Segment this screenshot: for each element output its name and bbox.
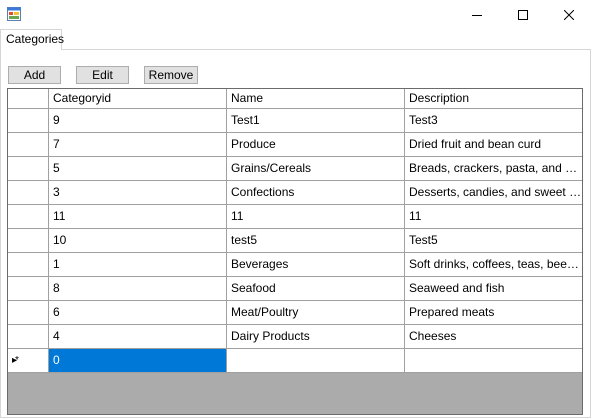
cell-categoryid[interactable]: 1	[49, 253, 227, 277]
remove-button[interactable]: Remove	[144, 66, 198, 84]
table-row[interactable]: 11 11 11	[8, 205, 582, 229]
cell-categoryid[interactable]: 8	[49, 277, 227, 301]
row-header[interactable]	[8, 277, 49, 301]
table-row[interactable]: 10 test5 Test5	[8, 229, 582, 253]
table-row[interactable]: 8 Seafood Seaweed and fish	[8, 277, 582, 301]
new-row[interactable]: ▸* 0	[8, 349, 582, 373]
new-row-cell-categoryid[interactable]: 0	[49, 349, 227, 373]
row-header[interactable]	[8, 133, 49, 157]
table-row[interactable]: 4 Dairy Products Cheeses	[8, 325, 582, 349]
row-header[interactable]	[8, 109, 49, 133]
table-row[interactable]: 1 Beverages Soft drinks, coffees, teas, …	[8, 253, 582, 277]
row-header[interactable]	[8, 205, 49, 229]
column-header-categoryid[interactable]: Categoryid	[49, 89, 227, 109]
cell-name[interactable]: 11	[227, 205, 405, 229]
title-bar	[0, 0, 592, 29]
table-row[interactable]: 6 Meat/Poultry Prepared meats	[8, 301, 582, 325]
cell-description[interactable]: Breads, crackers, pasta, and cereal	[405, 157, 582, 181]
new-row-indicator-icon[interactable]: ▸*	[8, 349, 49, 373]
cell-description[interactable]: 11	[405, 205, 582, 229]
minimize-button[interactable]	[454, 0, 500, 29]
cell-name[interactable]: Meat/Poultry	[227, 301, 405, 325]
row-header[interactable]	[8, 157, 49, 181]
new-row-cell-description[interactable]	[405, 349, 582, 373]
cell-description[interactable]: Seaweed and fish	[405, 277, 582, 301]
cell-name[interactable]: Confections	[227, 181, 405, 205]
cell-categoryid[interactable]: 7	[49, 133, 227, 157]
row-header[interactable]	[8, 253, 49, 277]
table-row[interactable]: 3 Confections Desserts, candies, and swe…	[8, 181, 582, 205]
maximize-button[interactable]	[500, 0, 546, 29]
minimize-icon	[472, 14, 482, 16]
cell-description[interactable]: Cheeses	[405, 325, 582, 349]
row-header[interactable]	[8, 181, 49, 205]
cell-name[interactable]: Beverages	[227, 253, 405, 277]
close-icon	[564, 9, 574, 20]
cell-description[interactable]: Test3	[405, 109, 582, 133]
cell-name[interactable]: test5	[227, 229, 405, 253]
table-row[interactable]: 9 Test1 Test3	[8, 109, 582, 133]
cell-name[interactable]: Dairy Products	[227, 325, 405, 349]
row-header[interactable]	[8, 229, 49, 253]
column-header-name[interactable]: Name	[227, 89, 405, 109]
app-form-icon[interactable]	[7, 7, 21, 21]
cell-name[interactable]: Grains/Cereals	[227, 157, 405, 181]
cell-categoryid[interactable]: 11	[49, 205, 227, 229]
cell-name[interactable]: Test1	[227, 109, 405, 133]
close-button[interactable]	[546, 0, 592, 29]
cell-categoryid[interactable]: 10	[49, 229, 227, 253]
column-header-description[interactable]: Description	[405, 89, 582, 109]
maximize-icon	[518, 9, 528, 20]
tab-categories[interactable]: Categories	[0, 29, 64, 50]
row-header-corner[interactable]	[8, 89, 49, 109]
header-row: Categoryid Name Description	[8, 89, 582, 109]
new-row-cell-name[interactable]	[227, 349, 405, 373]
cell-categoryid[interactable]: 6	[49, 301, 227, 325]
cell-categoryid[interactable]: 9	[49, 109, 227, 133]
edit-button[interactable]: Edit	[76, 66, 129, 84]
cell-description[interactable]: Test5	[405, 229, 582, 253]
cell-categoryid[interactable]: 3	[49, 181, 227, 205]
categories-grid[interactable]: Categoryid Name Description 9 Test1 Test…	[7, 88, 583, 415]
table-row[interactable]: 5 Grains/Cereals Breads, crackers, pasta…	[8, 157, 582, 181]
cell-description[interactable]: Dried fruit and bean curd	[405, 133, 582, 157]
cell-categoryid[interactable]: 4	[49, 325, 227, 349]
row-header[interactable]	[8, 301, 49, 325]
table-row[interactable]: 7 Produce Dried fruit and bean curd	[8, 133, 582, 157]
cell-description[interactable]: Desserts, candies, and sweet bre...	[405, 181, 582, 205]
cell-categoryid[interactable]: 5	[49, 157, 227, 181]
row-header[interactable]	[8, 325, 49, 349]
cell-description[interactable]: Prepared meats	[405, 301, 582, 325]
cell-name[interactable]: Produce	[227, 133, 405, 157]
add-button[interactable]: Add	[8, 66, 61, 84]
cell-name[interactable]: Seafood	[227, 277, 405, 301]
cell-description[interactable]: Soft drinks, coffees, teas, beers, a...	[405, 253, 582, 277]
